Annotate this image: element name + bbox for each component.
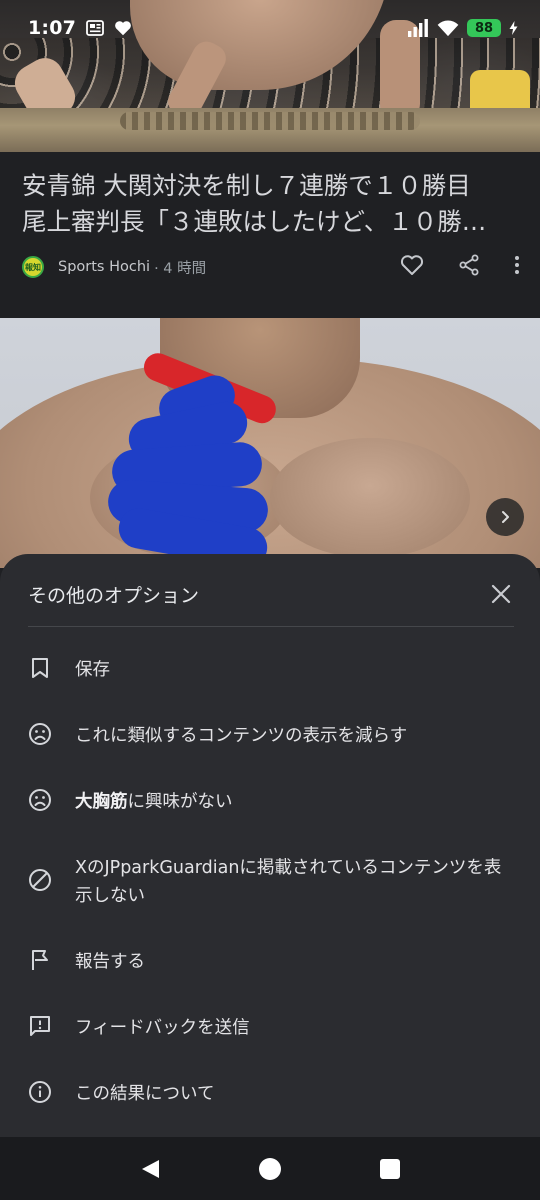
article-source-row: 報知 Sports Hochi · 4 時間	[22, 252, 522, 282]
recents-button[interactable]	[368, 1147, 412, 1191]
ring-rope	[120, 112, 420, 130]
chest-muscle-photo[interactable]	[0, 318, 540, 568]
system-nav-bar	[0, 1137, 540, 1200]
option-feedback-label: フィードバックを送信	[75, 1018, 250, 1038]
option-show-less-label: これに類似するコンテンツの表示を減らす	[75, 726, 408, 746]
status-bar: 1:07 88	[0, 0, 540, 56]
headline-line-1: 安青錦 大関対決を制し７連勝で１０勝目	[22, 171, 471, 200]
option-about-label: この結果について	[75, 1084, 215, 1104]
option-report[interactable]: 報告する	[0, 948, 540, 976]
flag-icon	[28, 948, 52, 972]
close-icon	[491, 584, 511, 604]
not-interested-text: に興味がない	[127, 792, 233, 812]
signal-icon	[407, 19, 429, 37]
bookmark-icon	[28, 656, 52, 680]
option-save-label: 保存	[75, 660, 110, 680]
info-icon	[28, 1080, 52, 1104]
sheet-title: その他のオプション	[28, 584, 200, 607]
back-icon	[142, 1159, 159, 1178]
option-hide-source[interactable]: XのJPparkGuardianに掲載されているコンテンツを表示しない	[0, 854, 540, 910]
next-image-button[interactable]	[486, 498, 524, 536]
feedback-icon	[28, 1014, 52, 1038]
sad-face-icon	[28, 722, 52, 746]
topic-name: 大胸筋	[75, 792, 128, 812]
article-time: · 4 時間	[154, 260, 207, 277]
sheet-header: その他のオプション	[28, 574, 516, 614]
article-actions	[400, 254, 522, 280]
recents-icon	[380, 1158, 400, 1179]
block-icon	[28, 868, 52, 892]
option-report-label: 報告する	[75, 952, 145, 972]
option-feedback[interactable]: フィードバックを送信	[0, 1014, 540, 1042]
article-headline[interactable]: 安青錦 大関対決を制し７連勝で１０勝目 尾上審判長「３連敗はしたけど、１０勝…	[22, 168, 522, 240]
heart-icon	[114, 20, 132, 36]
battery-level: 88	[474, 20, 494, 36]
option-about-result[interactable]: この結果について	[0, 1080, 540, 1108]
wifi-icon	[437, 19, 459, 37]
source-logo: 報知	[22, 256, 44, 278]
source-logo-text: 報知	[25, 262, 41, 272]
close-button[interactable]	[486, 579, 516, 609]
headline-line-2: 尾上審判長「３連敗はしたけど、１０勝…	[22, 207, 487, 236]
battery-icon: 88	[467, 19, 501, 37]
option-save[interactable]: 保存	[0, 656, 540, 684]
news-notification-icon	[86, 20, 104, 36]
back-button[interactable]	[128, 1147, 172, 1191]
home-icon	[259, 1157, 281, 1180]
option-hide-source-label: XのJPparkGuardianに掲載されているコンテンツを表示しない	[75, 858, 502, 906]
more-vert-icon[interactable]	[514, 255, 520, 279]
sad-face-icon	[28, 788, 52, 812]
option-not-interested-topic[interactable]: 大胸筋に興味がない	[0, 788, 540, 816]
status-time: 1:07	[28, 17, 77, 39]
share-icon[interactable]	[458, 254, 480, 280]
option-not-interested-label: 大胸筋に興味がない	[75, 788, 505, 816]
screen: 1:07 88 安青錦 大関対決を制し７連勝で１０勝目 尾上審判長「３連敗はした…	[0, 0, 540, 1200]
home-button[interactable]	[248, 1147, 292, 1191]
option-show-less-similar[interactable]: これに類似するコンテンツの表示を減らす	[0, 722, 540, 750]
source-name[interactable]: Sports Hochi	[58, 259, 150, 275]
sheet-divider	[28, 626, 514, 627]
heart-icon[interactable]	[400, 254, 424, 280]
pectoral-right	[270, 438, 470, 558]
more-options-sheet: その他のオプション 保存 これに類似するコンテンツの表示を減らす 大胸筋に興味が…	[0, 554, 540, 1137]
charging-bolt-icon	[509, 21, 518, 35]
